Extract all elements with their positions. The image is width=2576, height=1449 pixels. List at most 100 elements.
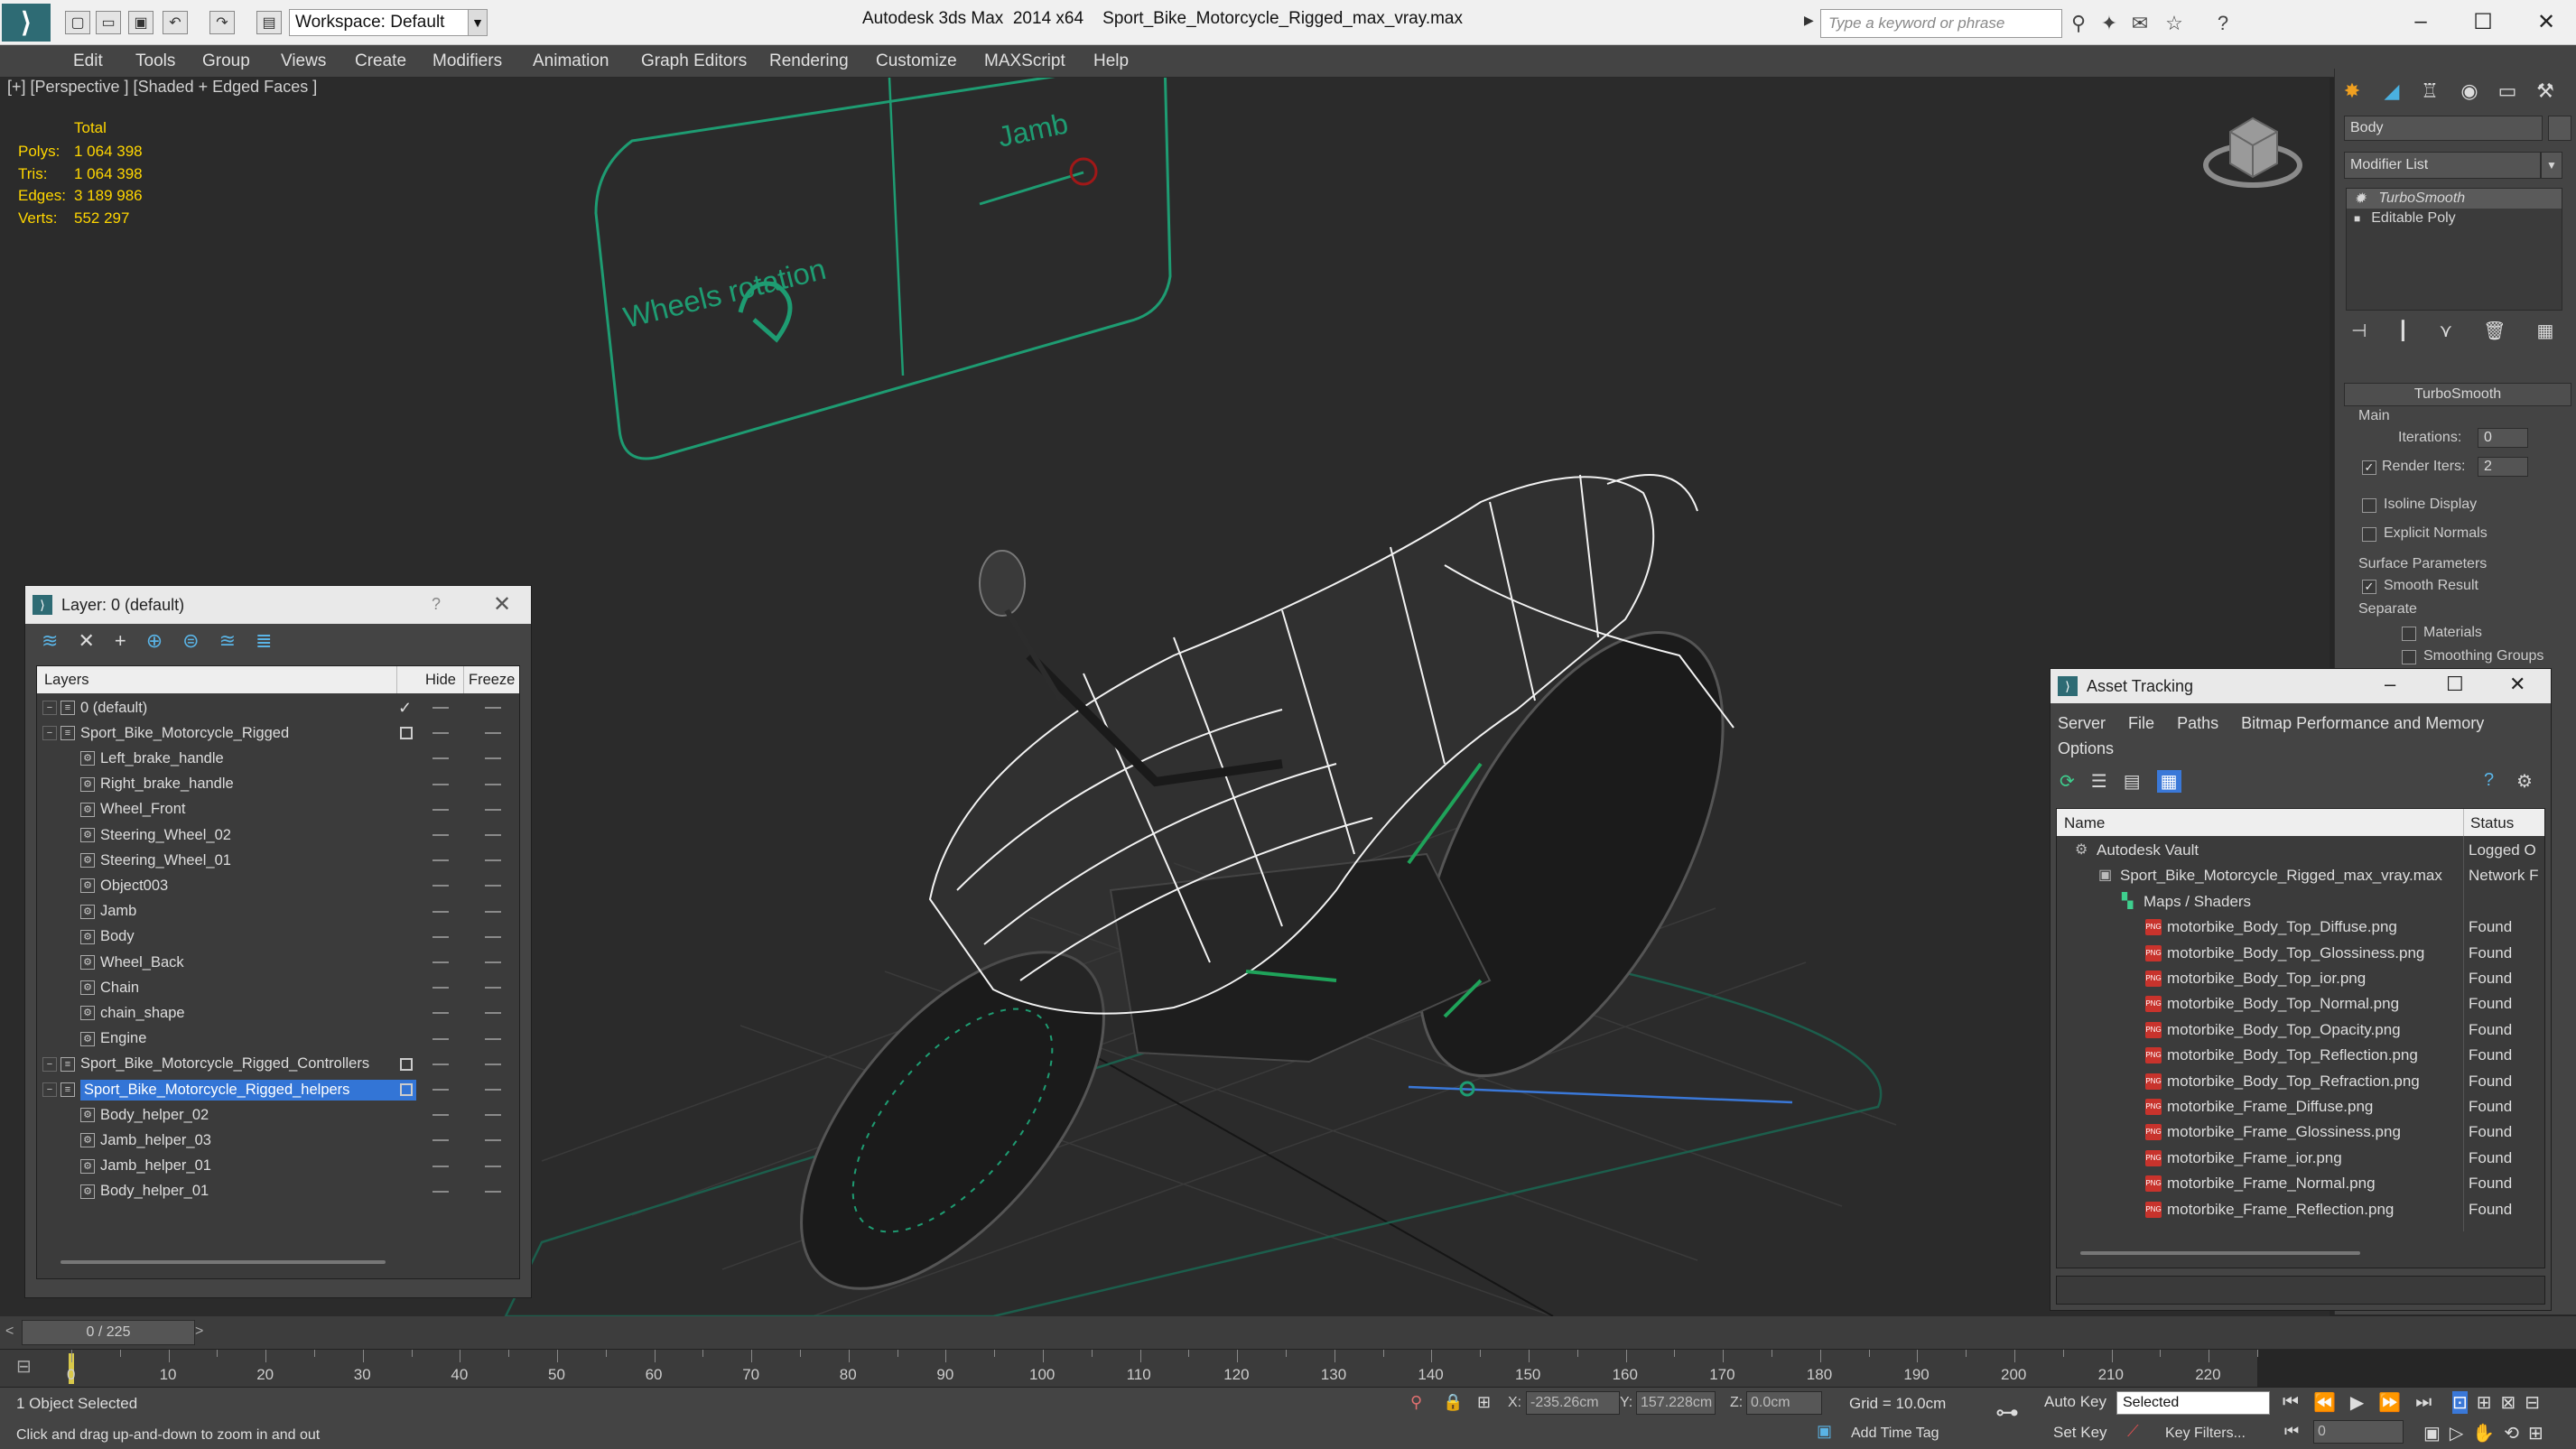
key-selection-dropdown[interactable]: Selected [2116,1391,2270,1415]
close-icon[interactable]: ✕ [493,591,511,618]
asset-menu-options[interactable]: Options [2058,739,2114,757]
hide-all-layers-icon[interactable]: ≊ [219,629,236,653]
layer-object-row[interactable]: ⚙ Jamb [37,899,519,924]
make-current-box-icon[interactable] [400,1057,413,1071]
layer-object-row[interactable]: ⚙ Wheel_Back [37,950,519,975]
hide-toggle[interactable] [432,987,449,989]
iterations-spinner[interactable]: 0 [2478,428,2528,448]
asset-row[interactable]: PNG motorbike_Body_Top_ior.png Found [2057,966,2544,991]
minimize-icon[interactable]: – [2385,673,2395,696]
freeze-toggle[interactable] [485,987,501,989]
layer-object-row[interactable]: ⚙ chain_shape [37,1000,519,1026]
list-view-icon[interactable]: ☰ [2091,770,2107,793]
key-filters-button[interactable]: Key Filters... [2165,1426,2246,1442]
asset-row[interactable]: ▣ Sport_Bike_Motorcycle_Rigged_max_vray.m… [2057,863,2544,888]
set-key-icon[interactable]: ⟋ [2127,1422,2139,1441]
render-iters-checkbox[interactable]: ✓ [2362,460,2376,475]
layer-object-row[interactable]: ⚙ Wheel_Front [37,797,519,822]
hide-toggle[interactable] [432,707,449,709]
time-next-icon[interactable]: > [195,1324,203,1340]
current-layer-check-icon[interactable]: ✓ [398,699,412,718]
hide-toggle[interactable] [432,1139,449,1142]
freeze-toggle[interactable] [485,757,501,760]
asset-settings-icon[interactable]: ⚙ [2516,770,2533,793]
hide-toggle[interactable] [432,1114,449,1117]
asset-row[interactable]: PNG motorbike_Body_Top_Refraction.png Foun… [2057,1069,2544,1094]
hide-toggle[interactable] [432,1089,449,1091]
layer-object-row[interactable]: ⚙ Right_brake_handle [37,772,519,797]
asset-row[interactable]: PNG motorbike_Frame_ior.png Found [2057,1146,2544,1171]
freeze-toggle[interactable] [485,885,501,887]
layer-object-row[interactable]: ⚙ Left_brake_handle [37,746,519,771]
freeze-toggle[interactable] [485,1012,501,1015]
layer-object-row[interactable]: ⚙ Jamb_helper_01 [37,1154,519,1179]
render-iters-spinner[interactable]: 2 [2478,457,2528,477]
freeze-toggle[interactable] [485,808,501,811]
delete-layer-icon[interactable]: ✕ [78,629,94,653]
column-name[interactable]: Name [2064,814,2105,832]
menu-graph-editors[interactable]: Graph Editors [641,51,747,71]
go-to-start-icon[interactable]: ⏮ [2283,1392,2299,1413]
zoom-extents-all-icon[interactable]: ⊟ [2525,1391,2540,1414]
make-current-box-icon[interactable] [400,727,413,740]
layer-object-row[interactable]: ⚙ Jamb_helper_03 [37,1128,519,1153]
z-coord-field[interactable]: 0.0cm [1746,1391,1822,1415]
layer-object-row[interactable]: ⚙ Body [37,924,519,950]
redo-icon[interactable]: ↷ [209,11,235,34]
go-to-end-icon[interactable]: ⏭ [2415,1392,2432,1413]
modifier-list-dropdown[interactable]: Modifier List [2344,152,2541,179]
maximize-icon[interactable]: ☐ [2465,5,2501,38]
isolate-selection-icon[interactable]: ⚲ [1410,1393,1422,1412]
freeze-toggle[interactable] [485,1089,501,1091]
hide-toggle[interactable] [432,1037,449,1040]
asset-row[interactable]: PNG motorbike_Frame_Glossiness.png Found [2057,1119,2544,1145]
layer-row[interactable]: − ≡ Sport_Bike_Motorcycle_Rigged_Controlle… [37,1052,519,1077]
zoom-extents-icon[interactable]: ⊠ [2501,1391,2516,1414]
key-icon[interactable]: ⊶ [1995,1398,2019,1426]
field-of-view-icon[interactable]: ▷ [2450,1422,2463,1444]
freeze-toggle[interactable] [485,1114,501,1117]
menu-group[interactable]: Group [202,51,250,71]
project-folder-icon[interactable]: ▤ [256,11,282,34]
layer-row[interactable]: − ≡ Sport_Bike_Motorcycle_Rigged [37,720,519,746]
undo-icon[interactable]: ↶ [163,11,188,34]
column-freeze[interactable]: Freeze [469,672,515,689]
freeze-toggle[interactable] [485,859,501,862]
freeze-toggle[interactable] [485,732,501,735]
layer-object-row[interactable]: ⚙ Chain [37,975,519,1000]
select-layer-icon[interactable]: ⊜ [182,629,199,653]
new-file-icon[interactable]: ▢ [65,11,90,34]
menu-edit[interactable]: Edit [73,51,103,71]
layer-row[interactable]: − ≡ 0 (default) ✓ [37,695,519,720]
auto-key-button[interactable]: Auto Key [2044,1393,2106,1411]
viewport-label[interactable]: [+] [Perspective ] [Shaded + Edged Faces… [7,78,317,97]
binoculars-icon[interactable]: ⚲ [2066,11,2091,36]
asset-menu-paths[interactable]: Paths [2177,714,2218,732]
expand-arrow-icon[interactable]: ▶ [1804,13,1814,28]
make-current-box-icon[interactable] [400,1083,413,1096]
asset-row[interactable]: ⚙ Autodesk Vault Logged O [2057,838,2544,863]
help-icon[interactable]: ? [432,595,441,614]
menu-customize[interactable]: Customize [876,51,957,71]
chevron-down-icon[interactable]: ▼ [468,9,488,36]
chevron-down-icon[interactable]: ▼ [2541,152,2562,179]
menu-help[interactable]: Help [1093,51,1129,71]
hide-toggle[interactable] [432,961,449,963]
next-frame-icon[interactable]: ⏩ [2378,1391,2401,1414]
open-file-icon[interactable]: ▭ [96,11,121,34]
maximize-icon[interactable]: ☐ [2446,673,2464,696]
freeze-toggle[interactable] [485,961,501,963]
maximize-viewport-icon[interactable]: ⊞ [2528,1422,2543,1444]
time-slider-thumb[interactable]: 0 / 225 [22,1320,195,1345]
favorites-star-icon[interactable]: ☆ [2162,11,2187,36]
freeze-toggle[interactable] [485,1165,501,1167]
freeze-toggle[interactable] [485,1037,501,1040]
layer-object-row[interactable]: ⚙ Body_helper_01 [37,1179,519,1204]
expand-box-icon[interactable]: ■ [2354,212,2360,225]
track-bar[interactable]: ⊟ 0 10 20 30 40 50 60 70 80 90 100 110 120 130 140 150 1… [0,1349,2258,1387]
grid-view-icon[interactable]: ▦ [2156,770,2181,793]
hide-toggle[interactable] [432,783,449,785]
menu-modifiers[interactable]: Modifiers [432,51,502,71]
asset-menu-server[interactable]: Server [2058,714,2106,732]
stack-item-turbosmooth[interactable]: ✹ TurboSmooth [2347,189,2562,209]
